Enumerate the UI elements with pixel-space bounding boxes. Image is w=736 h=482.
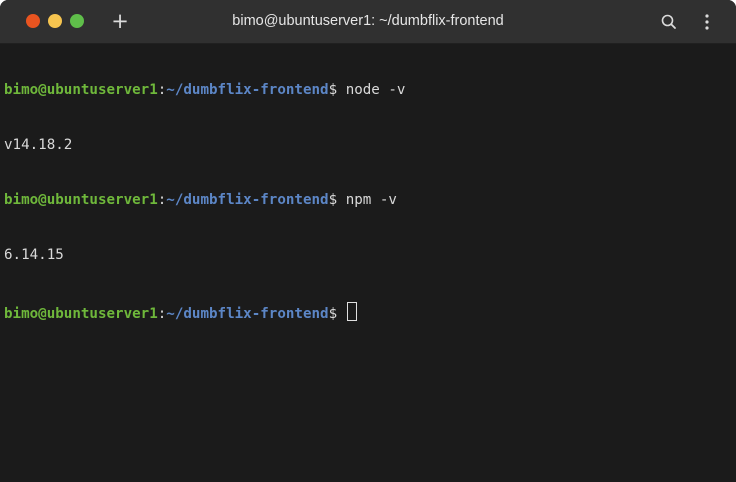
prompt-line: bimo@ubuntuserver1:~/dumbflix-frontend$: [4, 301, 732, 322]
command-text: npm -v: [345, 192, 397, 209]
prompt-dollar: $: [328, 81, 346, 98]
prompt-path: ~/dumbflix-frontend: [166, 192, 329, 209]
prompt-separator: :: [157, 305, 167, 322]
prompt-line: bimo@ubuntuserver1:~/dumbflix-frontend$ …: [4, 81, 732, 99]
prompt-path: ~/dumbflix-frontend: [166, 81, 329, 98]
maximize-dot-icon[interactable]: [70, 14, 84, 28]
terminal-output[interactable]: bimo@ubuntuserver1:~/dumbflix-frontend$ …: [4, 44, 732, 482]
prompt-dollar: $: [328, 192, 346, 209]
prompt-path: ~/dumbflix-frontend: [166, 305, 329, 322]
terminal-window: + bimo@ubuntuserver1: ~/dumbflix-fronten…: [0, 0, 736, 482]
search-icon[interactable]: [656, 10, 682, 34]
prompt-separator: :: [157, 192, 167, 209]
title-bar[interactable]: + bimo@ubuntuserver1: ~/dumbflix-fronten…: [0, 0, 736, 44]
new-tab-button[interactable]: +: [109, 9, 131, 33]
prompt-separator: :: [157, 81, 167, 98]
prompt-dollar: $: [328, 305, 346, 322]
command-text: node -v: [345, 81, 406, 98]
output-line: 6.14.15: [4, 247, 64, 264]
close-dot-icon[interactable]: [26, 14, 40, 28]
minimize-dot-icon[interactable]: [48, 14, 62, 28]
window-title: bimo@ubuntuserver1: ~/dumbflix-frontend: [232, 13, 504, 29]
text-cursor: [346, 301, 357, 321]
prompt-line: bimo@ubuntuserver1:~/dumbflix-frontend$ …: [4, 191, 732, 209]
output-line: v14.18.2: [4, 137, 73, 154]
prompt-user: bimo@ubuntuserver1: [4, 81, 158, 98]
kebab-menu-icon[interactable]: [694, 10, 720, 34]
prompt-user: bimo@ubuntuserver1: [4, 305, 158, 322]
prompt-user: bimo@ubuntuserver1: [4, 192, 158, 209]
